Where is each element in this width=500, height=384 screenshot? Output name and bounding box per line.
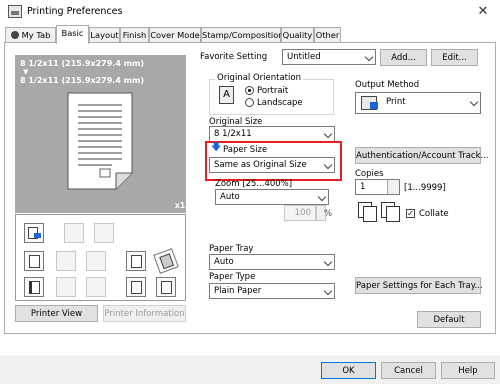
printer-information-button: Printer Information bbox=[103, 305, 186, 322]
color-icon bbox=[153, 248, 179, 274]
printer-icon bbox=[8, 5, 22, 18]
user-icon bbox=[10, 31, 19, 39]
tab-my-tab[interactable]: My Tab bbox=[5, 27, 56, 43]
tab-stamp-composition[interactable]: Stamp/Composition bbox=[201, 27, 284, 43]
cover-icon bbox=[24, 277, 44, 297]
ok-button[interactable]: OK bbox=[321, 362, 376, 379]
paper-size-select[interactable]: Same as Original Size bbox=[209, 157, 335, 173]
collate-set-1b-icon bbox=[363, 206, 377, 222]
edit-favorite-button[interactable]: Edit... bbox=[431, 49, 478, 66]
paper-tray-select[interactable]: Auto bbox=[209, 254, 335, 270]
default-button[interactable]: Default bbox=[417, 311, 481, 328]
combine-icon bbox=[56, 251, 76, 271]
tab-quality[interactable]: Quality bbox=[281, 27, 314, 43]
transparency-icon bbox=[56, 277, 76, 297]
zoom-select[interactable]: Auto bbox=[215, 189, 329, 205]
print-preview: 8 1/2x11 (215.9x279.4 mm) ▼ 8 1/2x11 (21… bbox=[15, 55, 186, 213]
duplex-icon bbox=[64, 223, 84, 243]
watermark-icon bbox=[126, 277, 146, 297]
printer-view-button[interactable]: Printer View bbox=[15, 305, 98, 322]
collate-label: Collate bbox=[419, 209, 449, 219]
chevron-down-icon bbox=[323, 129, 333, 139]
window-title: Printing Preferences bbox=[27, 6, 123, 17]
settings-icon-panel bbox=[15, 214, 186, 301]
cancel-button[interactable]: Cancel bbox=[381, 362, 436, 379]
paper-settings-each-tray-button[interactable]: Paper Settings for Each Tray... bbox=[355, 277, 483, 294]
tab-basic[interactable]: Basic bbox=[56, 25, 89, 44]
collate-set-2b-icon bbox=[386, 206, 400, 222]
output-method-select[interactable]: Print bbox=[355, 92, 481, 114]
collate-checkbox[interactable]: ✓ bbox=[406, 209, 415, 218]
portrait-radio[interactable] bbox=[245, 86, 254, 95]
help-button[interactable]: Help bbox=[441, 362, 495, 379]
zoom-unit: % bbox=[324, 209, 333, 219]
copies-spinner[interactable] bbox=[387, 180, 399, 194]
preview-copies: x1 bbox=[175, 201, 186, 210]
tab-other[interactable]: Other bbox=[314, 27, 341, 43]
chevron-down-icon bbox=[364, 52, 374, 62]
page-preview-icon bbox=[67, 92, 133, 190]
copies-range: [1...9999] bbox=[404, 183, 446, 193]
paper-tray-label: Paper Tray bbox=[209, 244, 254, 254]
tab-finish[interactable]: Finish bbox=[120, 27, 149, 43]
output-method-icon bbox=[24, 223, 44, 243]
original-size-select[interactable]: 8 1/2x11 bbox=[209, 126, 335, 142]
preview-original-size: 8 1/2x11 (215.9x279.4 mm) bbox=[20, 59, 145, 68]
chevron-down-icon bbox=[323, 257, 333, 267]
tab-cover-mode[interactable]: Cover Mode bbox=[149, 27, 201, 43]
zoom-value-input: 100 bbox=[284, 205, 316, 221]
chevron-down-icon bbox=[323, 286, 333, 296]
stamp-icon bbox=[86, 277, 106, 297]
landscape-label: Landscape bbox=[257, 98, 303, 108]
landscape-radio[interactable] bbox=[245, 98, 254, 107]
favorite-setting-label: Favorite Setting bbox=[200, 52, 268, 62]
orientation-label: Original Orientation bbox=[215, 73, 303, 83]
favorite-setting-select[interactable]: Untitled bbox=[282, 49, 376, 65]
booklet-icon bbox=[94, 223, 114, 243]
punch-icon bbox=[126, 251, 146, 271]
paper-size-label: Paper Size bbox=[223, 145, 268, 155]
copies-label: Copies bbox=[355, 169, 384, 179]
overlay-icon bbox=[156, 277, 176, 297]
preview-arrow: ▼ bbox=[23, 68, 29, 76]
close-button[interactable]: ✕ bbox=[472, 3, 494, 21]
chevron-down-icon bbox=[469, 97, 479, 107]
portrait-label: Portrait bbox=[257, 86, 289, 96]
chevron-down-icon bbox=[323, 160, 333, 170]
portrait-page-icon: A bbox=[219, 86, 234, 104]
paper-type-label: Paper Type bbox=[209, 272, 256, 282]
zoom-label: Zoom [25...400%] bbox=[215, 179, 293, 189]
output-method-label: Output Method bbox=[355, 80, 420, 90]
add-favorite-button[interactable]: Add... bbox=[380, 49, 427, 66]
arrow-down-icon: 🡇 bbox=[211, 142, 222, 153]
title-bar: Printing Preferences ✕ bbox=[0, 0, 500, 24]
chevron-down-icon bbox=[317, 192, 327, 202]
paper-type-select[interactable]: Plain Paper bbox=[209, 283, 335, 299]
staple-icon bbox=[24, 251, 44, 271]
authentication-account-track-button[interactable]: Authentication/Account Track... bbox=[355, 147, 489, 164]
preview-paper-size: 8 1/2x11 (215.9x279.4 mm) bbox=[20, 76, 145, 85]
print-arrow-icon bbox=[370, 102, 378, 109]
tab-layout[interactable]: Layout bbox=[89, 27, 120, 43]
fold-icon bbox=[86, 251, 106, 271]
